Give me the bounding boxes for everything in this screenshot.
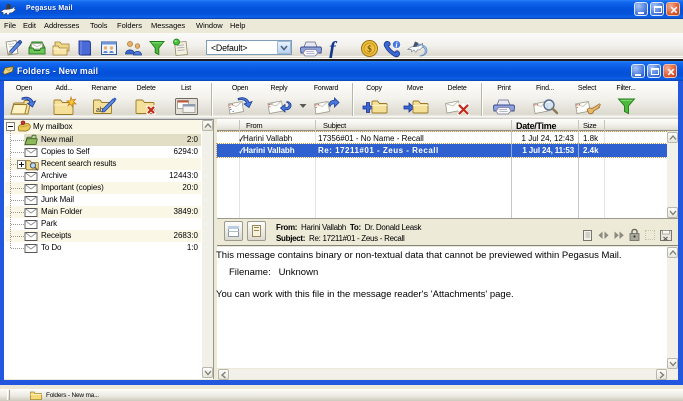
svg-text:$: $ [367, 44, 372, 54]
